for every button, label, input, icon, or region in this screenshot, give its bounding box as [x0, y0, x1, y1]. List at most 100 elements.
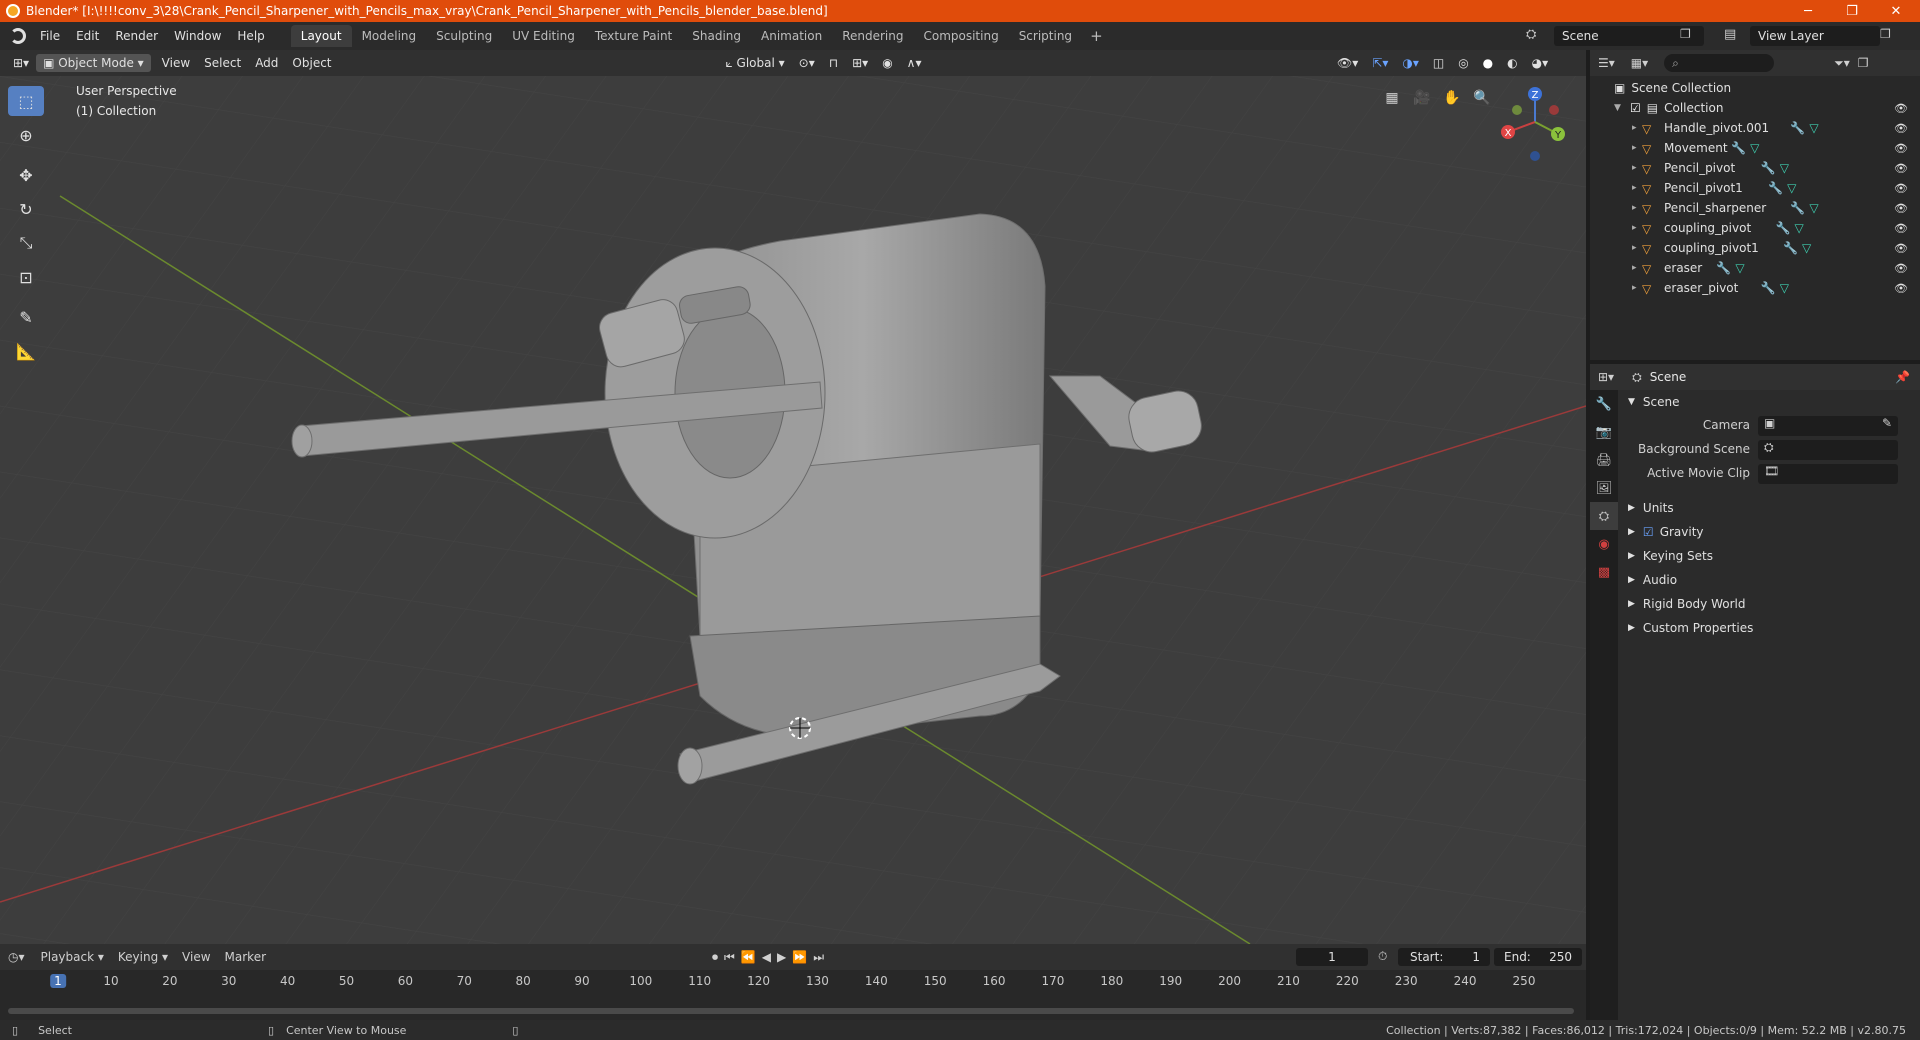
- mesh-data-icon[interactable]: ▽: [1809, 201, 1818, 215]
- modifier-wrench-icon[interactable]: 🔧: [1790, 121, 1805, 135]
- blender-menu-icon[interactable]: [10, 28, 26, 44]
- view-layer-selector[interactable]: View Layer: [1750, 26, 1880, 46]
- material-shading-icon[interactable]: ◐: [1500, 54, 1524, 72]
- expand-arrow-icon[interactable]: ▸: [1632, 163, 1642, 173]
- mesh-data-icon[interactable]: ▽: [1787, 181, 1796, 195]
- record-icon[interactable]: ⏺: [712, 950, 718, 965]
- eye-icon[interactable]: 👁: [1894, 282, 1908, 295]
- mesh-data-icon[interactable]: ▽: [1780, 281, 1789, 295]
- menu-file[interactable]: File: [32, 29, 68, 43]
- outliner-object-row[interactable]: ▸ ▽ eraser_pivot 🔧 ▽ 👁: [1590, 278, 1920, 298]
- falloff-icon[interactable]: ∧▾: [900, 54, 929, 72]
- close-window-button[interactable]: ✕: [1874, 0, 1918, 22]
- object-mode-dropdown[interactable]: ▣ Object Mode ▾: [36, 54, 151, 72]
- camera-view-icon[interactable]: 🎥: [1410, 86, 1434, 110]
- collapse-arrow-icon[interactable]: ▼: [1614, 103, 1624, 113]
- mesh-data-icon[interactable]: ▽: [1795, 221, 1804, 235]
- new-view-layer-icon[interactable]: ❐: [1880, 27, 1891, 41]
- modifier-wrench-icon[interactable]: 🔧: [1761, 161, 1776, 175]
- new-scene-icon[interactable]: ❐: [1680, 27, 1691, 41]
- menu-render[interactable]: Render: [107, 29, 166, 43]
- outliner-object-row[interactable]: ▸ ▽ Pencil_pivot 🔧 ▽ 👁: [1590, 158, 1920, 178]
- minimize-button[interactable]: ─: [1786, 0, 1830, 22]
- current-frame-field[interactable]: 1: [1296, 948, 1368, 966]
- eye-icon[interactable]: 👁: [1894, 162, 1908, 175]
- mesh-data-icon[interactable]: ▽: [1809, 121, 1818, 135]
- next-keyframe-icon[interactable]: ⏩: [792, 950, 807, 965]
- play-reverse-icon[interactable]: ◀: [762, 950, 771, 965]
- new-collection-icon[interactable]: ❐: [1858, 56, 1869, 70]
- properties-subsection-units[interactable]: ▶ Units: [1622, 496, 1920, 520]
- jump-end-icon[interactable]: ⏭: [813, 950, 824, 965]
- proportional-edit-icon[interactable]: ◉: [875, 54, 899, 72]
- modifier-wrench-icon[interactable]: 🔧: [1783, 241, 1798, 255]
- eye-icon[interactable]: 👁: [1894, 202, 1908, 215]
- mesh-data-icon[interactable]: ▽: [1735, 261, 1744, 275]
- play-icon[interactable]: ▶: [777, 950, 786, 965]
- prev-keyframe-icon[interactable]: ⏪: [741, 950, 756, 965]
- expand-arrow-icon[interactable]: ▸: [1632, 203, 1642, 213]
- eye-icon[interactable]: 👁: [1894, 182, 1908, 195]
- select-menu[interactable]: Select: [197, 54, 248, 72]
- expand-arrow-icon[interactable]: ▸: [1632, 263, 1642, 273]
- jump-start-icon[interactable]: ⏮: [724, 950, 735, 965]
- timeline-area[interactable]: 1 10 20 30 40 50 60 70 80 90 100 110 120 130 140 150 160…: [0, 970, 1586, 1020]
- snap-icon[interactable]: ⊓: [822, 54, 845, 72]
- mesh-data-icon[interactable]: ▽: [1802, 241, 1811, 255]
- mesh-data-icon[interactable]: ▽: [1780, 161, 1789, 175]
- modifier-wrench-icon[interactable]: 🔧: [1790, 201, 1805, 215]
- tab-modeling[interactable]: Modeling: [352, 25, 427, 47]
- pan-view-icon[interactable]: ✋: [1440, 86, 1464, 110]
- visibility-icon[interactable]: 👁▾: [1330, 54, 1365, 72]
- texture-tab-icon[interactable]: ▩: [1590, 558, 1618, 586]
- eyedropper-icon[interactable]: ✎: [1882, 416, 1892, 430]
- cursor-tool-icon[interactable]: ⊕: [8, 120, 44, 150]
- tab-layout[interactable]: Layout: [290, 25, 352, 47]
- outliner-object-row[interactable]: ▸ ▽ Pencil_pivot1 🔧 ▽ 👁: [1590, 178, 1920, 198]
- outliner-object-row[interactable]: ▸ ▽ coupling_pivot 🔧 ▽ 👁: [1590, 218, 1920, 238]
- tab-rendering[interactable]: Rendering: [832, 25, 913, 47]
- outliner-editor-icon[interactable]: ☰▾: [1598, 56, 1615, 70]
- scene-section-header[interactable]: ▼ Scene: [1622, 390, 1920, 414]
- rendered-shading-icon[interactable]: ◕▾: [1525, 54, 1556, 72]
- collection-checkbox[interactable]: ☑: [1630, 101, 1641, 115]
- outliner-search-input[interactable]: ⌕: [1664, 54, 1775, 72]
- expand-arrow-icon[interactable]: ▸: [1632, 223, 1642, 233]
- marker-menu[interactable]: Marker: [225, 950, 266, 964]
- modifier-wrench-icon[interactable]: 🔧: [1776, 221, 1791, 235]
- modifier-wrench-icon[interactable]: 🔧: [1761, 281, 1776, 295]
- solid-shading-icon[interactable]: ●: [1476, 54, 1500, 72]
- tool-tab-icon[interactable]: 🔧: [1590, 390, 1618, 418]
- scene-collection-row[interactable]: ▣ Scene Collection: [1590, 78, 1920, 98]
- object-menu[interactable]: Object: [285, 54, 338, 72]
- stopwatch-icon[interactable]: ⏱: [1378, 949, 1387, 964]
- collection-row[interactable]: ▼ ☑ ▤ Collection 👁: [1590, 98, 1920, 118]
- tab-texture-paint[interactable]: Texture Paint: [585, 25, 682, 47]
- transform-tool-icon[interactable]: ⊡: [8, 262, 44, 292]
- add-menu[interactable]: Add: [248, 54, 285, 72]
- tab-scripting[interactable]: Scripting: [1009, 25, 1082, 47]
- render-tab-icon[interactable]: 📷: [1590, 418, 1618, 446]
- expand-arrow-icon[interactable]: ▸: [1632, 243, 1642, 253]
- view-layer-tab-icon[interactable]: 🖼: [1590, 474, 1618, 502]
- world-tab-icon[interactable]: ◉: [1590, 530, 1618, 558]
- scene-type-icon[interactable]: ⛭: [1526, 27, 1536, 42]
- tab-shading[interactable]: Shading: [682, 25, 751, 47]
- outliner-object-row[interactable]: ▸ ▽ eraser 🔧 ▽ 👁: [1590, 258, 1920, 278]
- eye-icon[interactable]: 👁: [1894, 262, 1908, 275]
- measure-tool-icon[interactable]: 📐: [8, 336, 44, 366]
- outliner-object-row[interactable]: ▸ ▽ coupling_pivot1 🔧 ▽ 👁: [1590, 238, 1920, 258]
- tab-compositing[interactable]: Compositing: [913, 25, 1008, 47]
- start-frame-field[interactable]: Start: 1: [1398, 948, 1490, 966]
- overlay-toggle-icon[interactable]: ◑▾: [1395, 54, 1426, 72]
- properties-subsection-rigid-body-world[interactable]: ▶ Rigid Body World: [1622, 592, 1920, 616]
- properties-subsection-audio[interactable]: ▶ Audio: [1622, 568, 1920, 592]
- gravity-checkbox[interactable]: ☑: [1643, 525, 1654, 539]
- editor-type-icon[interactable]: ⊞▾: [6, 54, 36, 72]
- movie-clip-field[interactable]: 🎞: [1758, 464, 1898, 484]
- end-frame-field[interactable]: End: 250: [1494, 948, 1582, 966]
- tab-animation[interactable]: Animation: [751, 25, 832, 47]
- menu-window[interactable]: Window: [166, 29, 229, 43]
- filter-icon[interactable]: ⏷▾: [1834, 56, 1850, 71]
- expand-arrow-icon[interactable]: ▸: [1632, 143, 1642, 153]
